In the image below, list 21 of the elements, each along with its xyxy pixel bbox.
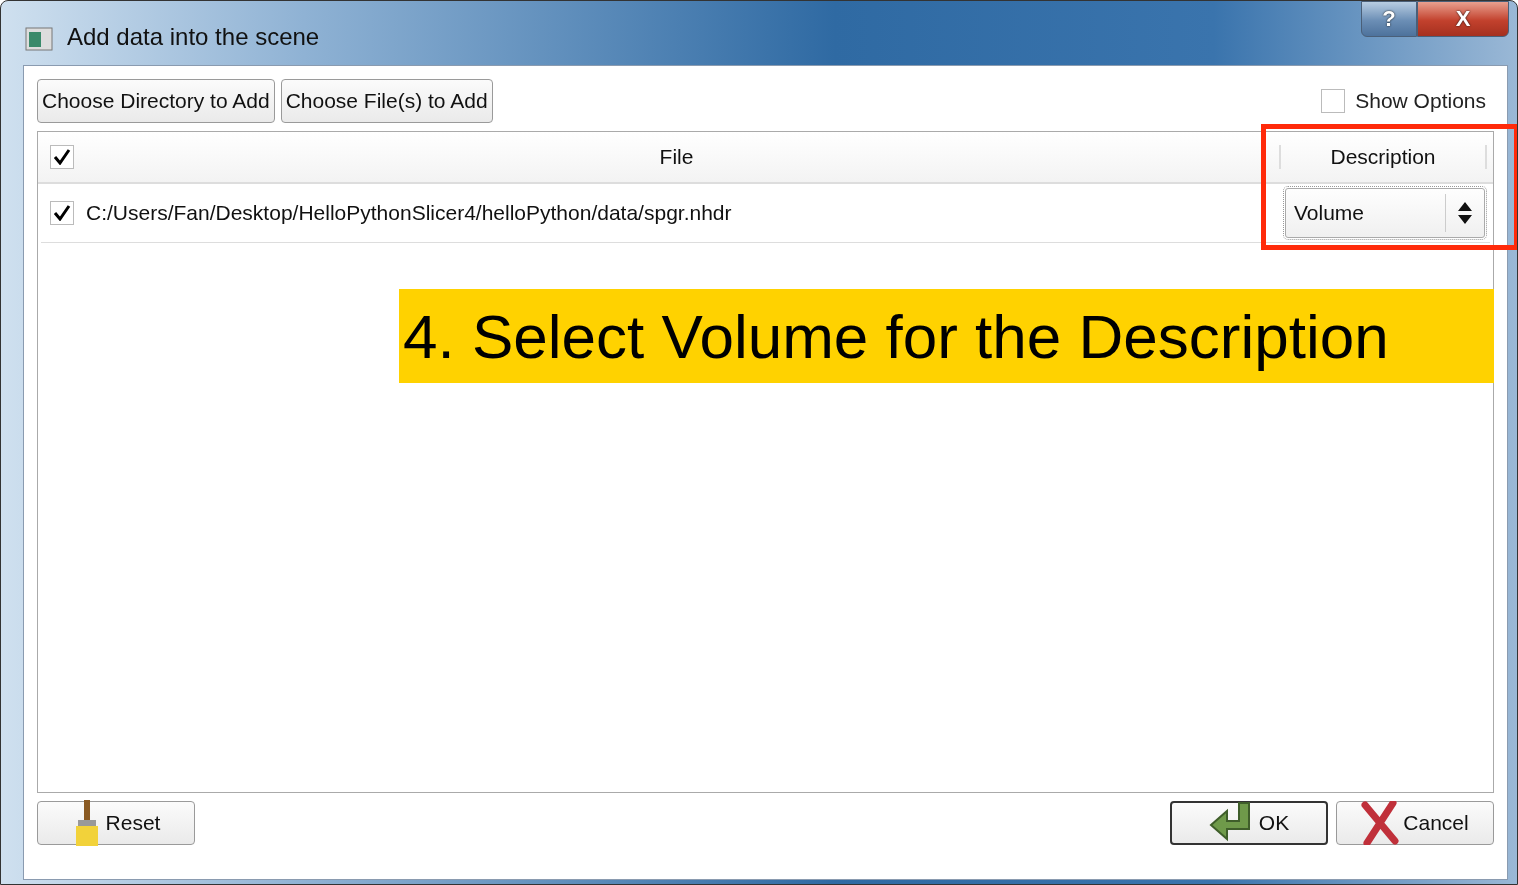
file-path: C:/Users/Fan/Desktop/HelloPythonSlicer4/helloPython/data/spgr.nhdr	[85, 201, 733, 225]
window-title: Add data into the scene	[67, 23, 320, 51]
app-icon	[25, 27, 55, 51]
description-dropdown[interactable]: Volume	[1285, 188, 1485, 238]
choose-button[interactable]: Choose File(s) to Add	[280, 79, 493, 123]
reset-button[interactable]: Reset	[37, 801, 195, 845]
cross-icon	[1361, 801, 1400, 845]
checkbox-label: Show Options	[1355, 89, 1486, 113]
column-header[interactable]: Description	[1279, 145, 1487, 169]
cancel-button[interactable]: Cancel	[1336, 801, 1494, 845]
checkmark-icon	[53, 205, 71, 221]
close-button[interactable]: X	[1417, 1, 1509, 37]
checkbox[interactable]	[50, 201, 74, 225]
ok-button[interactable]: OK	[1170, 801, 1328, 845]
column-header[interactable]: File	[74, 145, 1279, 169]
annotation-text: 4. Select Volume for the Description	[403, 300, 1389, 372]
checkbox[interactable]	[1321, 89, 1346, 113]
checkbox[interactable]	[50, 145, 74, 169]
choose-button[interactable]: Choose Directory to Add	[37, 79, 275, 123]
checkmark-icon	[53, 149, 71, 165]
spin-arrows-icon	[1457, 201, 1473, 225]
